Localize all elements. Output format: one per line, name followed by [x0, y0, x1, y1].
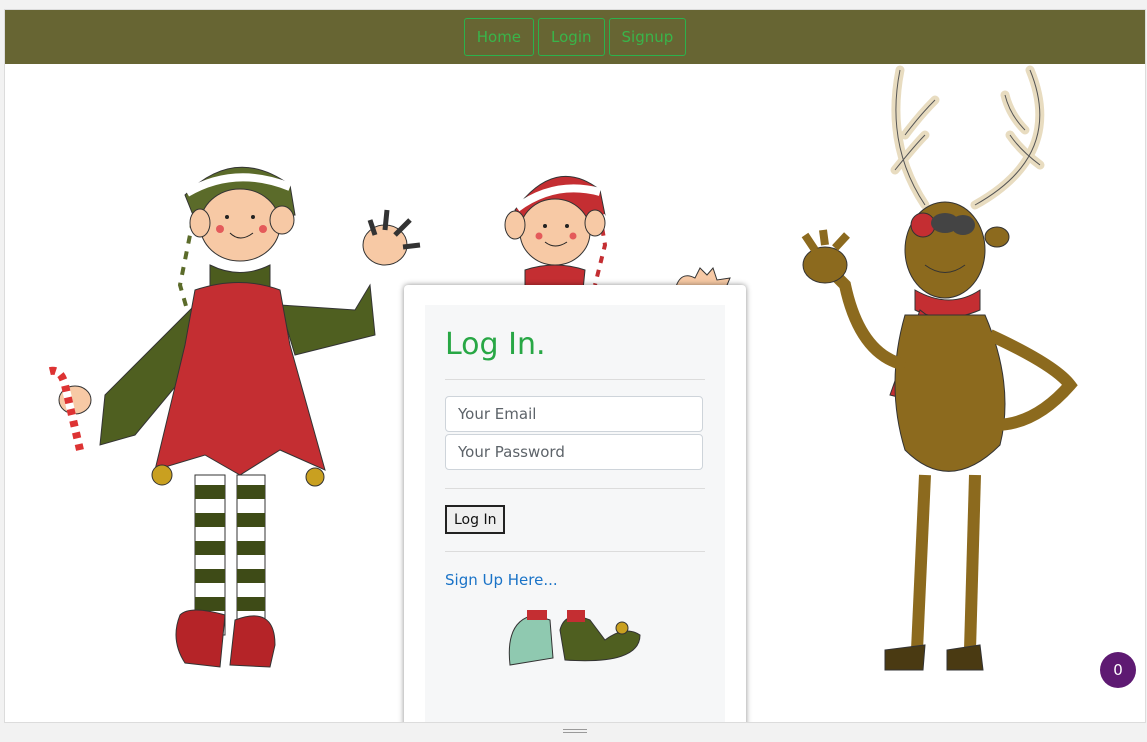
browser-viewport: Home Login Signup Log In. Your Email Log…	[4, 9, 1146, 723]
notification-badge[interactable]: 0	[1100, 652, 1136, 688]
divider	[445, 379, 705, 380]
nav-login-button[interactable]: Login	[538, 18, 605, 56]
nav-home-button[interactable]: Home	[463, 18, 535, 56]
log-in-button[interactable]: Log In	[445, 505, 506, 534]
signup-link[interactable]: Sign Up Here...	[445, 571, 558, 589]
elf-left-illustration	[43, 166, 421, 668]
divider	[445, 488, 705, 489]
elf-feet-illustration	[508, 610, 641, 666]
login-card: Log In. Log In Sign Up Here...	[404, 285, 746, 722]
elf-middle-illustration	[504, 175, 731, 290]
divider	[445, 551, 705, 552]
login-title: Log In.	[445, 327, 546, 362]
email-input[interactable]	[445, 396, 703, 432]
password-input[interactable]	[445, 434, 703, 470]
resize-handle[interactable]	[563, 729, 587, 734]
reindeer-illustration	[801, 65, 1078, 671]
nav-signup-button[interactable]: Signup	[608, 18, 687, 56]
login-form: Log In. Log In Sign Up Here...	[425, 305, 725, 722]
top-navbar: Home Login Signup	[5, 10, 1145, 64]
